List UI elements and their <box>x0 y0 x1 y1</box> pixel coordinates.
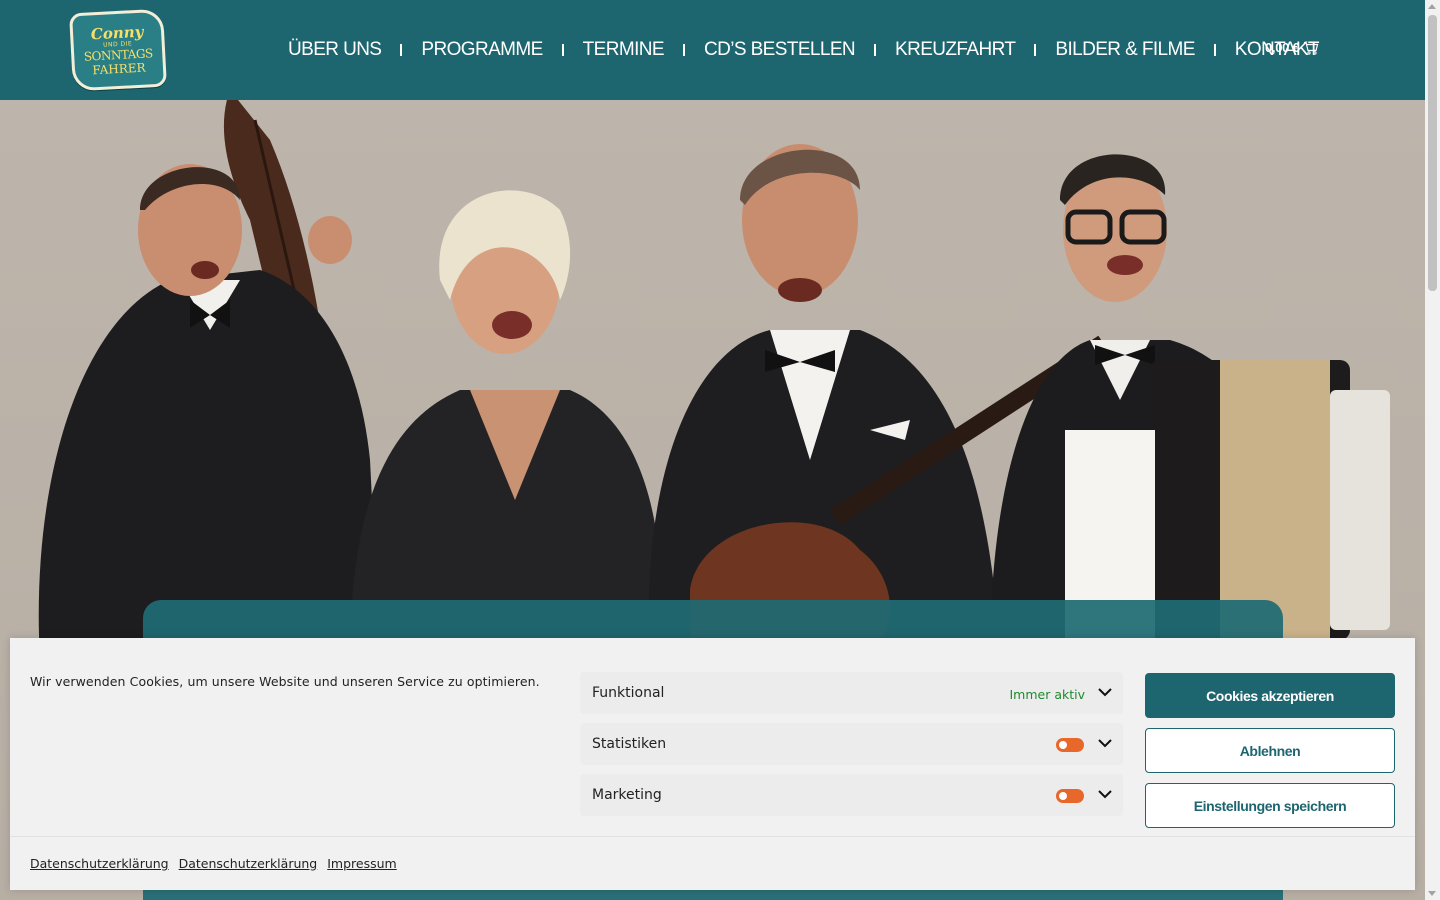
nav-separator <box>1034 44 1037 56</box>
chevron-down-icon[interactable] <box>1097 684 1113 700</box>
accept-cookies-button[interactable]: Cookies akzeptieren <box>1145 673 1395 718</box>
person-1 <box>38 164 380 660</box>
cart-button[interactable]: 0,00 € <box>1265 40 1319 55</box>
toggle-knob <box>1059 741 1067 749</box>
nav-item-bilder-filme[interactable]: BILDER & FILME <box>1055 39 1195 61</box>
toggle-knob <box>1059 792 1067 800</box>
person-2 <box>350 190 662 660</box>
imprint-link[interactable]: Impressum <box>327 856 396 871</box>
cookie-category-statistiken[interactable]: Statistiken <box>580 723 1123 765</box>
category-name: Statistiken <box>592 736 667 752</box>
nav-item-programme[interactable]: PROGRAMME <box>421 39 543 61</box>
cookie-links: Datenschutzerklärung Datenschutzerklärun… <box>30 856 397 871</box>
statistiken-toggle[interactable] <box>1056 738 1084 752</box>
category-name: Marketing <box>592 787 662 803</box>
chevron-down-icon[interactable] <box>1097 735 1113 751</box>
nav-item-cds-bestellen[interactable]: CD’S BESTELLEN <box>704 39 856 61</box>
chevron-down-icon[interactable] <box>1097 786 1113 802</box>
nav-separator <box>561 44 564 56</box>
scroll-thumb[interactable] <box>1428 15 1437 291</box>
cookie-category-marketing[interactable]: Marketing <box>580 774 1123 816</box>
logo-line-4: FAHRER <box>92 60 146 77</box>
category-name: Funktional <box>592 685 665 701</box>
cookie-category-funktional[interactable]: Funktional Immer aktiv <box>580 672 1123 714</box>
nav-item-kreuzfahrt[interactable]: KREUZFAHRT <box>895 39 1016 61</box>
page-scrollbar[interactable] <box>1425 0 1440 900</box>
nav-item-ueber-uns[interactable]: ÜBER UNS <box>288 39 382 61</box>
privacy-link-2[interactable]: Datenschutzerklärung <box>179 856 318 871</box>
cookie-banner: Wir verwenden Cookies, um unsere Website… <box>10 638 1415 890</box>
cookie-divider <box>10 836 1415 837</box>
main-nav: ÜBER UNS PROGRAMME TERMINE CD’S BESTELLE… <box>288 36 1320 64</box>
cookie-message: Wir verwenden Cookies, um unsere Website… <box>30 674 540 689</box>
nav-item-termine[interactable]: TERMINE <box>583 39 665 61</box>
save-settings-button[interactable]: Einstellungen speichern <box>1145 783 1395 828</box>
always-active-label: Immer aktiv <box>1009 687 1085 702</box>
marketing-toggle[interactable] <box>1056 789 1084 803</box>
nav-separator <box>874 44 877 56</box>
site-logo[interactable]: Conny UND DIE SONNTAGS FAHRER <box>69 8 167 92</box>
nav-separator <box>682 44 685 56</box>
cart-amount: 0,00 € <box>1265 40 1300 55</box>
nav-separator <box>1213 44 1216 56</box>
scroll-up-icon[interactable] <box>1428 4 1436 9</box>
nav-separator <box>400 44 403 56</box>
cart-icon <box>1304 41 1319 55</box>
site-header: Conny UND DIE SONNTAGS FAHRER ÜBER UNS P… <box>0 0 1425 100</box>
scroll-down-icon[interactable] <box>1428 891 1436 896</box>
privacy-link[interactable]: Datenschutzerklärung <box>30 856 169 871</box>
deny-cookies-button[interactable]: Ablehnen <box>1145 728 1395 773</box>
person-4 <box>990 154 1390 660</box>
logo-line-1: Conny <box>90 22 144 43</box>
